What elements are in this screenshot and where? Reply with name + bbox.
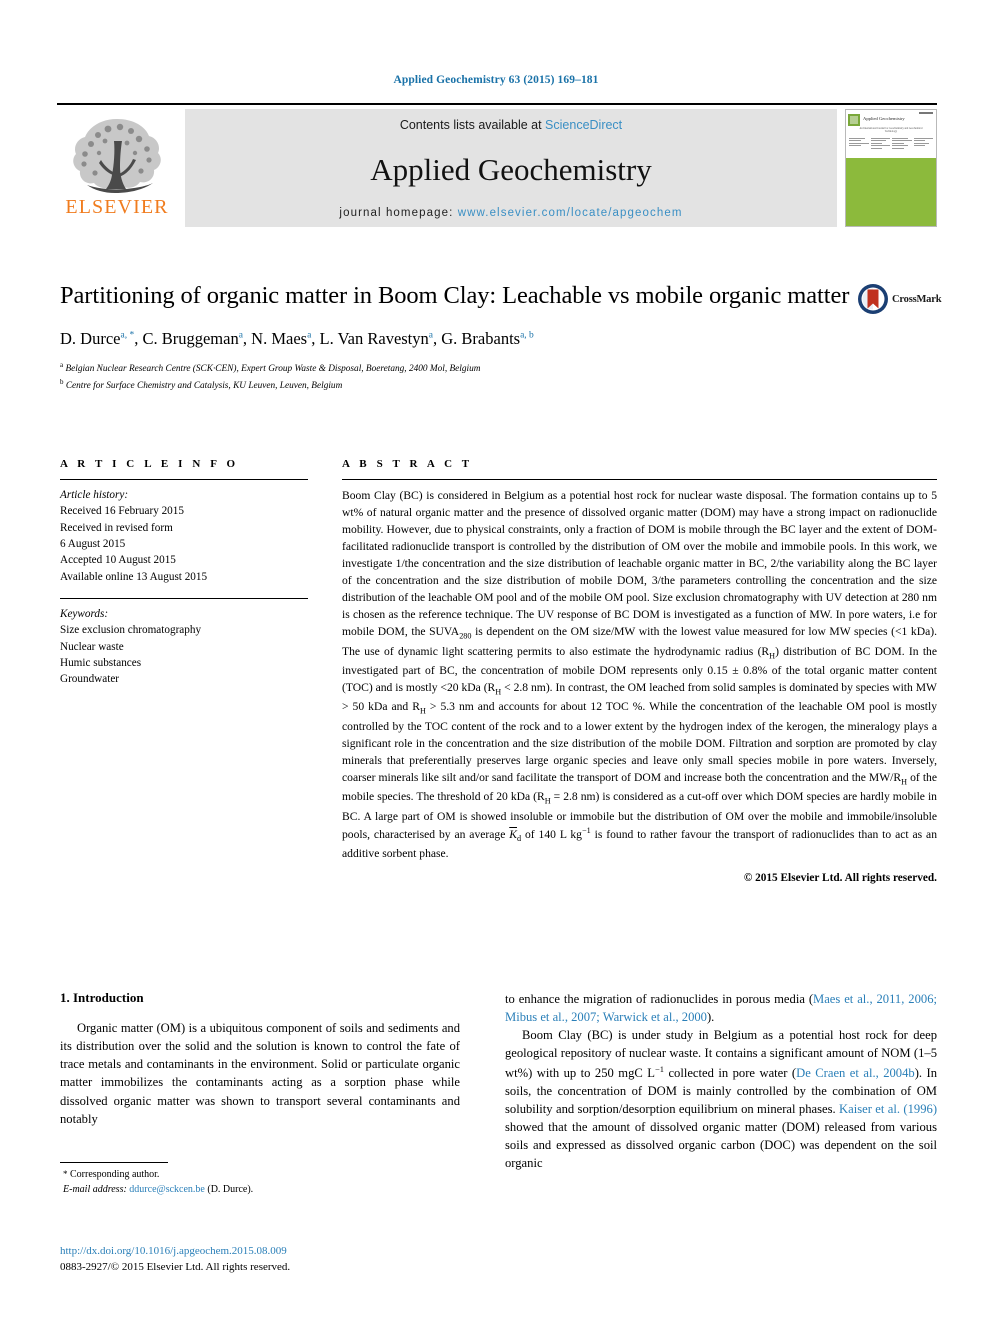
article-info-heading: A R T I C L E I N F O: [60, 458, 239, 470]
cover-issn-bar: [919, 112, 933, 114]
journal-title: Applied Geochemistry: [370, 152, 652, 188]
introduction-left-column: 1. Introduction Organic matter (OM) is a…: [60, 990, 460, 1128]
issn-copyright-line: 0883-2927/© 2015 Elsevier Ltd. All right…: [60, 1260, 291, 1273]
sciencedirect-link[interactable]: ScienceDirect: [545, 118, 622, 132]
journal-masthead: ELSEVIER Contents lists available at Sci…: [57, 103, 937, 227]
cont-suffix: ).: [706, 1010, 715, 1025]
doi-link[interactable]: http://dx.doi.org/10.1016/j.apgeochem.20…: [60, 1245, 287, 1257]
abstract-copyright: © 2015 Elsevier Ltd. All rights reserved…: [743, 871, 937, 884]
title-block: Partitioning of organic matter in Boom C…: [60, 280, 850, 394]
keyword-item: Humic substances: [60, 657, 142, 670]
article-info-section: A R T I C L E I N F O Article history: R…: [60, 458, 308, 688]
history-item: Accepted 10 August 2015: [60, 554, 176, 567]
cover-toc-column: [849, 138, 869, 150]
keyword-item: Size exclusion chromatography: [60, 624, 202, 637]
footnote-block: * Corresponding author. E-mail address: …: [60, 1162, 460, 1197]
author: D. Durcea, *: [60, 329, 135, 349]
author-marks: a: [428, 330, 433, 341]
cont-prefix: to enhance the migration of radionuclide…: [505, 992, 814, 1006]
abstract-heading: A B S T R A C T: [342, 458, 473, 470]
crossmark-icon: [858, 284, 888, 314]
kd-symbol: K: [509, 827, 517, 841]
corresponding-author-label: Corresponding author.: [70, 1169, 160, 1180]
citation-link[interactable]: De Craen et al., 2004b: [796, 1066, 915, 1080]
journal-homepage-line: journal homepage: www.elsevier.com/locat…: [339, 207, 682, 219]
contents-prefix: Contents lists available at: [399, 118, 546, 132]
contents-line: Contents lists available at ScienceDirec…: [400, 118, 622, 132]
cover-toc-column: [913, 138, 933, 150]
journal-banner: Contents lists available at ScienceDirec…: [185, 109, 837, 227]
author: L. Van Ravestyna: [319, 329, 433, 349]
paper-page: Applied Geochemistry 63 (2015) 169–181 E…: [0, 0, 992, 1323]
history-item: Received in revised form: [60, 521, 173, 534]
email-link[interactable]: ddurce@sckcen.be: [129, 1184, 205, 1195]
cover-top-panel: Applied Geochemistry An International Jo…: [846, 110, 936, 158]
running-head: Applied Geochemistry 63 (2015) 169–181: [393, 74, 599, 86]
cover-title: Applied Geochemistry: [863, 117, 905, 122]
homepage-url[interactable]: www.elsevier.com/locate/apgeochem: [458, 207, 683, 219]
introduction-right-column: to enhance the migration of radionuclide…: [505, 990, 937, 1172]
p2-part-d: showed that the amount of dissolved orga…: [505, 1120, 937, 1171]
article-info-rule: [60, 479, 308, 480]
introduction-heading: 1. Introduction: [60, 990, 144, 1005]
author-marks: a, b: [520, 330, 534, 341]
crossmark-badge[interactable]: CrossMark: [857, 282, 943, 316]
doi-block: http://dx.doi.org/10.1016/j.apgeochem.20…: [60, 1244, 490, 1275]
history-item: Available online 13 August 2015: [60, 570, 208, 583]
elsevier-wordmark: ELSEVIER: [65, 196, 169, 218]
affiliation-list: a Belgian Nuclear Research Centre (SCK·C…: [60, 360, 850, 394]
author-marks: a: [238, 330, 243, 341]
abstract-rule: [342, 479, 937, 480]
introduction-paragraph: Organic matter (OM) is a ubiquitous comp…: [60, 1021, 460, 1126]
email-note: E-mail address: ddurce@sckcen.be (D. Dur…: [60, 1182, 460, 1197]
keywords-list: Keywords: Size exclusion chromatography …: [60, 606, 308, 688]
p2-part-b: collected in pore water (: [663, 1065, 797, 1080]
cover-subtitle: An International Journal for Geochemistr…: [859, 127, 923, 134]
author: N. Maesa: [251, 329, 312, 349]
cover-toc-columns: [846, 136, 936, 150]
corresponding-author-note: * Corresponding author.: [63, 1169, 160, 1180]
affiliation: a Belgian Nuclear Research Centre (SCK·C…: [60, 360, 481, 374]
footnote-rule: [60, 1162, 168, 1163]
history-item: 6 August 2015: [60, 538, 126, 551]
masthead-top-rule: [57, 103, 937, 105]
article-history-label: Article history:: [60, 489, 129, 501]
cover-toc-column: [870, 138, 890, 150]
introduction-continued-paragraph: to enhance the migration of radionuclide…: [505, 990, 937, 1026]
keywords-rule: [60, 598, 308, 600]
cover-emblem-icon: [848, 113, 860, 126]
author-list: D. Durcea, *, C. Bruggemana, N. Maesa, L…: [60, 329, 534, 349]
email-owner: (D. Durce).: [207, 1184, 254, 1195]
history-item: Received 16 February 2015: [60, 505, 184, 518]
author-marks: a, *: [120, 330, 135, 341]
author: C. Bruggemana: [142, 329, 243, 349]
article-history: Article history: Received 16 February 20…: [60, 487, 308, 585]
article-title: Partitioning of organic matter in Boom C…: [60, 282, 850, 309]
homepage-prefix: journal homepage:: [339, 206, 458, 219]
citation-link[interactable]: Kaiser et al. (1996): [839, 1102, 937, 1116]
keywords-label: Keywords:: [60, 608, 109, 621]
abstract-text: Boom Clay (BC) is considered in Belgium …: [342, 489, 937, 860]
abstract-section: A B S T R A C T Boom Clay (BC) is consid…: [342, 458, 937, 884]
keyword-item: Groundwater: [60, 673, 120, 686]
keyword-item: Nuclear waste: [60, 640, 124, 653]
elsevier-tree-icon: [73, 119, 161, 193]
elsevier-logo: ELSEVIER: [57, 109, 177, 227]
author: G. Brabantsa, b: [441, 329, 534, 349]
affiliation: b Centre for Surface Chemistry and Catal…: [60, 377, 343, 391]
email-label: E-mail address:: [63, 1184, 127, 1195]
journal-cover-thumbnail[interactable]: Applied Geochemistry An International Jo…: [845, 109, 937, 227]
author-marks: a: [307, 330, 312, 341]
p2-superscript: −1: [654, 1063, 664, 1074]
cover-toc-column: [892, 138, 912, 150]
introduction-paragraph-2: Boom Clay (BC) is under study in Belgium…: [505, 1026, 937, 1172]
crossmark-label: CrossMark: [892, 293, 942, 305]
